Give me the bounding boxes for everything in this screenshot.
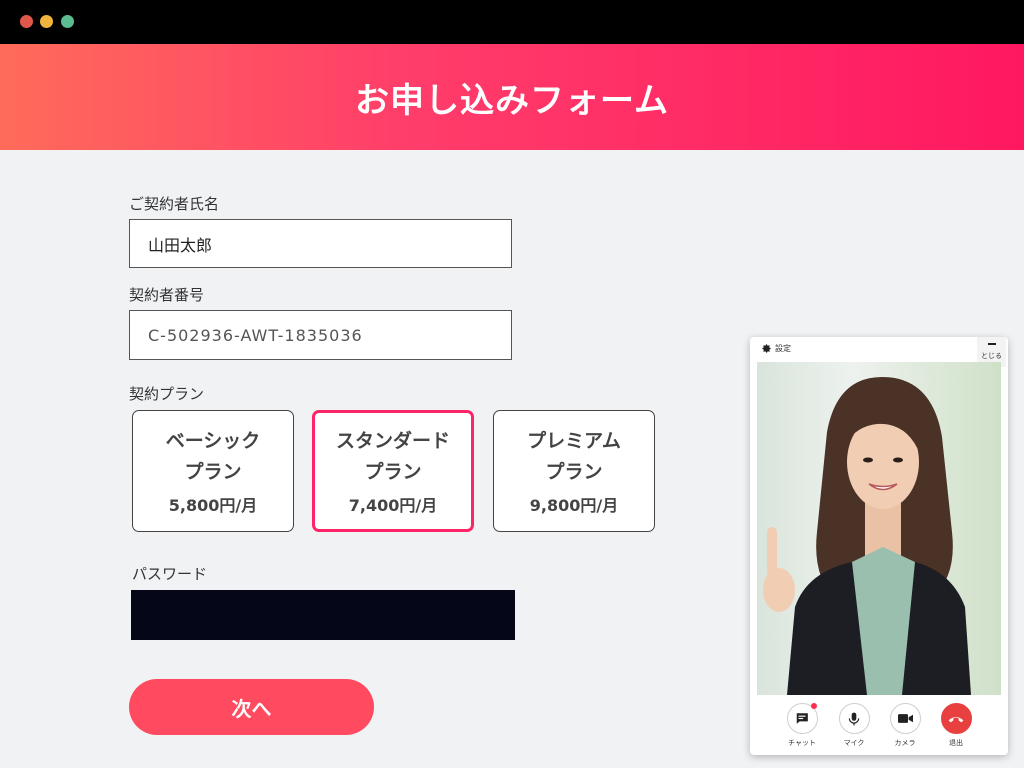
page-header: お申し込みフォーム (0, 44, 1024, 150)
plan-name-suffix: プラン (184, 461, 242, 483)
camera-label: カメラ (894, 739, 916, 747)
gear-icon (762, 344, 771, 353)
video-panel-toolbar: 設定 とじる (750, 337, 1008, 367)
contract-number-label: 契約者番号 (129, 286, 205, 304)
contract-number-field[interactable]: C-502936-AWT-1835036 (129, 310, 512, 360)
plan-name: ベーシック (165, 430, 261, 452)
close-panel-label: とじる (981, 352, 1002, 360)
minus-icon (987, 343, 996, 345)
name-label: ご契約者氏名 (129, 195, 220, 213)
plan-name-suffix: プラン (545, 461, 603, 483)
window-titlebar (0, 0, 1024, 44)
mic-label: マイク (843, 739, 865, 747)
plan-price: 9,800円/月 (529, 496, 619, 515)
next-button[interactable]: 次へ (129, 679, 374, 735)
plan-premium-card[interactable]: プレミアム プラン 9,800円/月 (493, 410, 655, 532)
call-controls: チャット マイク カメラ 退出 (750, 703, 1008, 755)
password-label: パスワード (132, 565, 208, 583)
maximize-window-dot[interactable] (61, 15, 74, 28)
page-title: お申し込みフォーム (355, 80, 669, 121)
notification-badge (810, 703, 817, 709)
mic-button[interactable]: マイク (829, 703, 879, 748)
plan-price: 5,800円/月 (168, 496, 258, 515)
operator-video-image (763, 377, 971, 695)
plan-name: プレミアム (527, 430, 621, 452)
settings-button[interactable]: 設定 (761, 343, 791, 354)
close-window-dot[interactable] (20, 15, 33, 28)
hangup-icon (940, 703, 972, 734)
chat-button[interactable]: チャット (777, 703, 827, 748)
leave-call-button[interactable]: 退出 (931, 703, 981, 748)
plan-name-suffix: プラン (364, 461, 422, 483)
plan-basic-card[interactable]: ベーシック プラン 5,800円/月 (132, 410, 294, 532)
settings-label: 設定 (775, 344, 791, 353)
plan-standard-card[interactable]: スタンダード プラン 7,400円/月 (312, 410, 474, 532)
leave-call-label: 退出 (949, 739, 963, 747)
camera-button[interactable]: カメラ (880, 703, 930, 748)
plan-price: 7,400円/月 (348, 496, 438, 515)
plan-label: 契約プラン (129, 385, 205, 403)
video-feed (757, 362, 1001, 695)
name-field[interactable]: 山田太郎 (129, 219, 512, 268)
video-call-panel: 設定 とじる チャット マイク カメラ 退出 (750, 337, 1008, 755)
camera-icon (889, 703, 921, 734)
plan-name: スタンダード (335, 430, 450, 452)
password-field[interactable] (131, 590, 515, 640)
minimize-window-dot[interactable] (40, 15, 53, 28)
chat-label: チャット (788, 739, 816, 747)
mic-icon (838, 703, 870, 734)
chat-icon (786, 703, 818, 734)
